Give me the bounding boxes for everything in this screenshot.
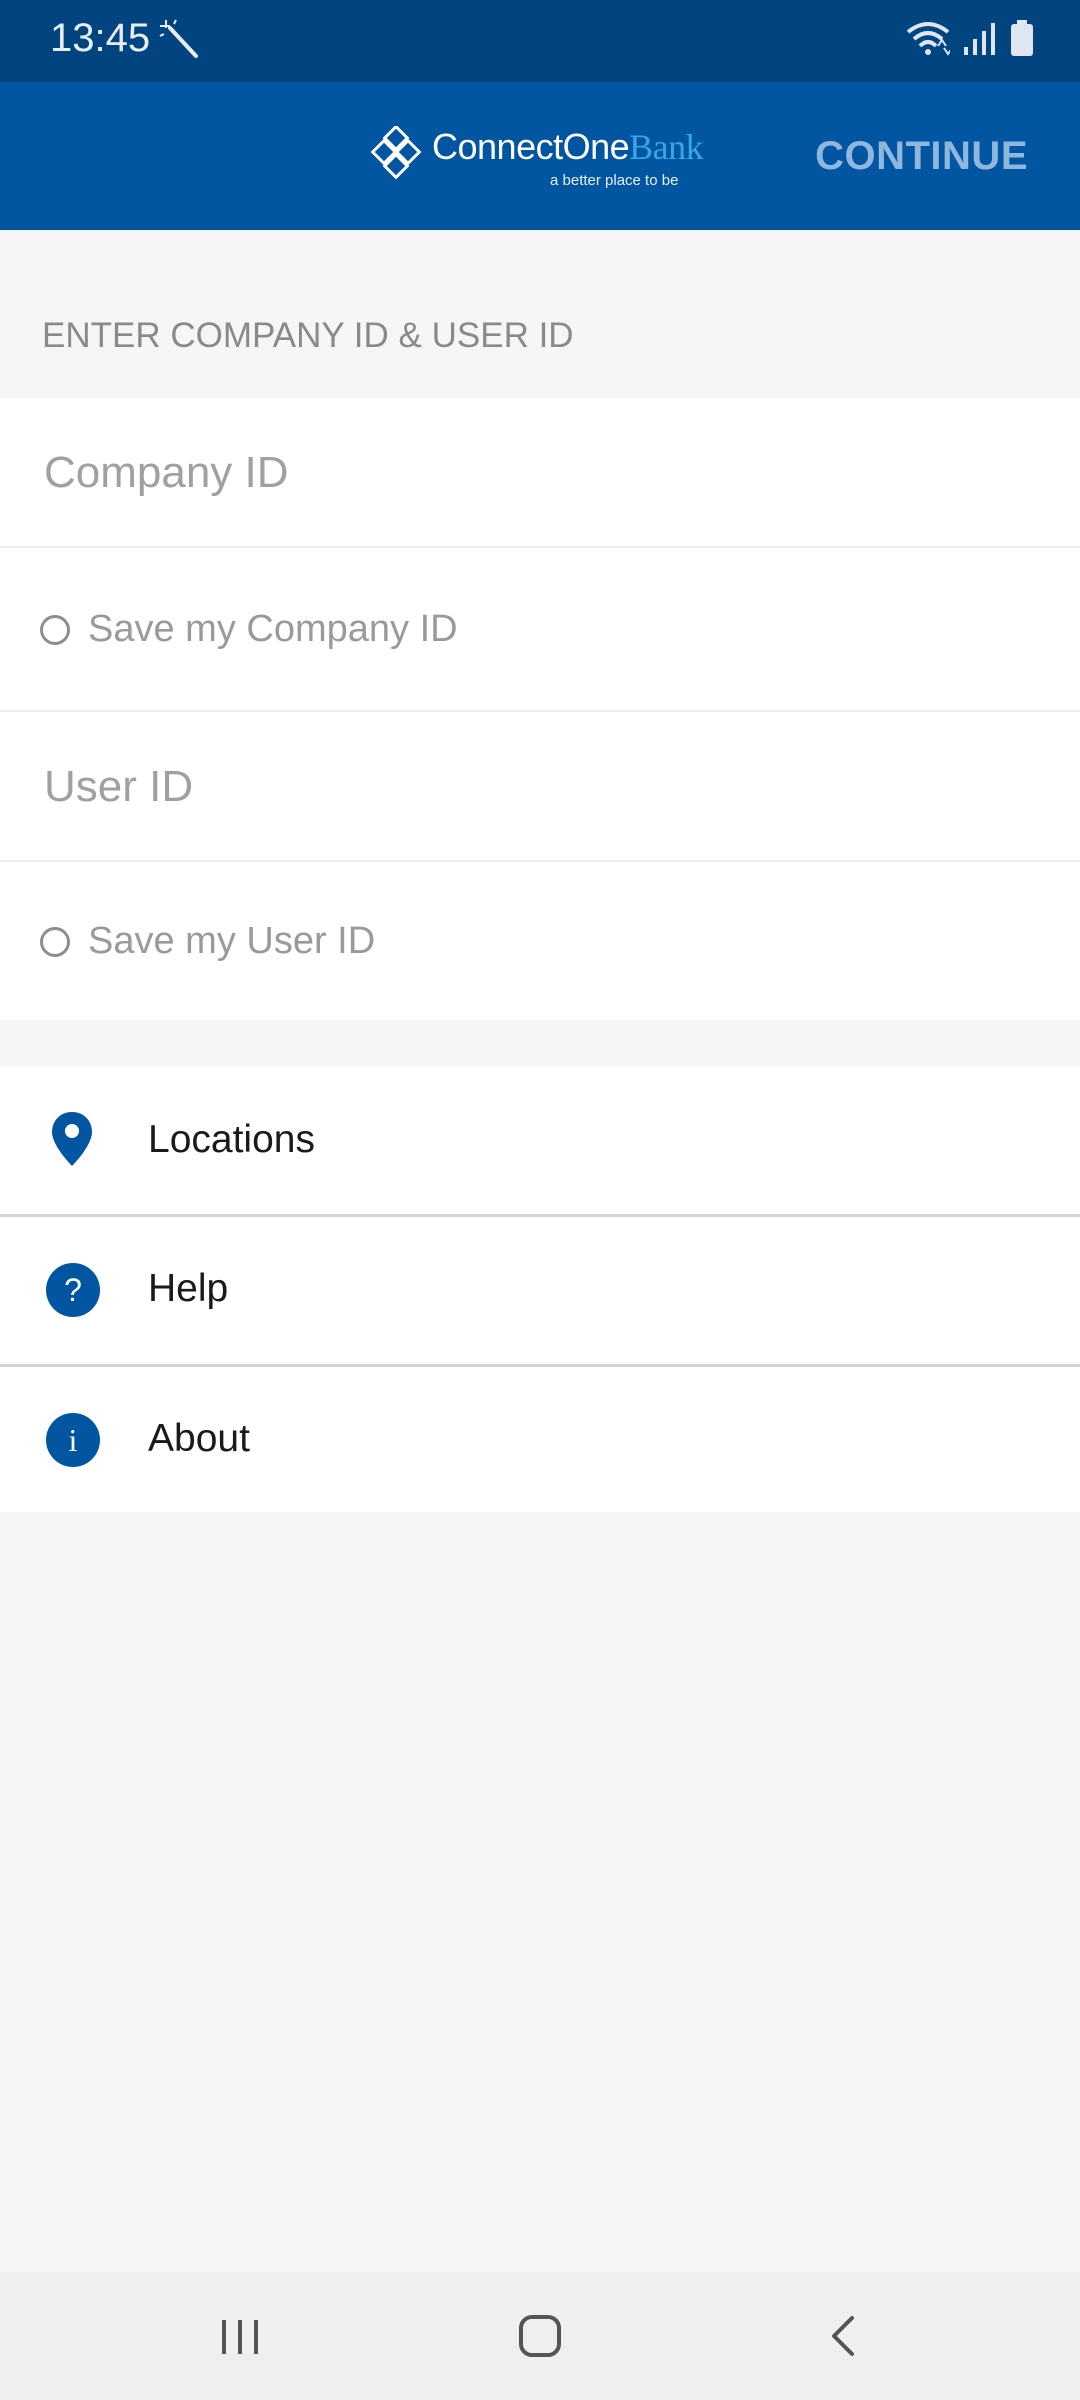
menu-label-help: Help: [148, 1267, 229, 1310]
home-icon[interactable]: [518, 2306, 564, 2371]
system-nav-bar: [0, 2272, 1080, 2400]
back-icon[interactable]: [826, 2306, 860, 2371]
menu-label-about: About: [148, 1417, 250, 1460]
signal-icon: [964, 23, 995, 55]
logo-text: ConnectOneBank: [432, 126, 704, 168]
save-user-radio[interactable]: [40, 926, 70, 957]
company-id-input[interactable]: [42, 398, 1046, 548]
location-pin-icon: [50, 1110, 94, 1173]
wifi-icon: [906, 22, 950, 56]
logo-diamond-icon: [370, 126, 422, 180]
info-icon-glyph: i: [46, 1413, 100, 1467]
system-icons: [906, 20, 1034, 58]
help-icon-glyph: ?: [46, 1263, 100, 1317]
save-company-radio[interactable]: [40, 614, 70, 645]
logo-tagline: a better place to be: [550, 172, 679, 189]
save-company-row: Save my Company ID: [0, 548, 1080, 712]
continue-button[interactable]: CONTINUE: [815, 134, 1028, 179]
save-company-label: Save my Company ID: [88, 608, 458, 650]
recent-apps-icon[interactable]: [220, 2306, 262, 2371]
status-time: 13:45: [50, 16, 151, 60]
menu-list: Locations ? Help i About: [0, 1066, 1080, 1512]
battery-icon: [1011, 20, 1033, 56]
menu-item-help[interactable]: ? Help: [0, 1217, 1080, 1365]
save-user-id-checkbox[interactable]: Save my User ID: [40, 920, 375, 963]
save-company-id-checkbox[interactable]: Save my Company ID: [40, 608, 458, 651]
menu-label-locations: Locations: [148, 1118, 315, 1161]
save-user-row: Save my User ID: [0, 862, 1080, 1020]
app-header: ConnectOneBank a better place to be CONT…: [0, 82, 1080, 230]
magic-wand-icon: [158, 18, 204, 65]
logo-brand-main: ConnectOne: [432, 126, 630, 167]
menu-item-about[interactable]: i About: [0, 1367, 1080, 1515]
user-id-row: [0, 712, 1080, 862]
login-form: Save my Company ID Save my User ID: [0, 398, 1080, 1020]
menu-item-locations[interactable]: Locations: [0, 1066, 1080, 1214]
save-user-label: Save my User ID: [88, 920, 376, 962]
logo-brand-accent: Bank: [629, 127, 704, 167]
status-bar: 13:45: [0, 0, 1080, 82]
company-id-row: [0, 398, 1080, 548]
help-icon: ?: [46, 1263, 100, 1317]
info-icon: i: [46, 1413, 100, 1467]
section-title: ENTER COMPANY ID & USER ID: [42, 316, 574, 355]
user-id-input[interactable]: [42, 712, 1046, 862]
